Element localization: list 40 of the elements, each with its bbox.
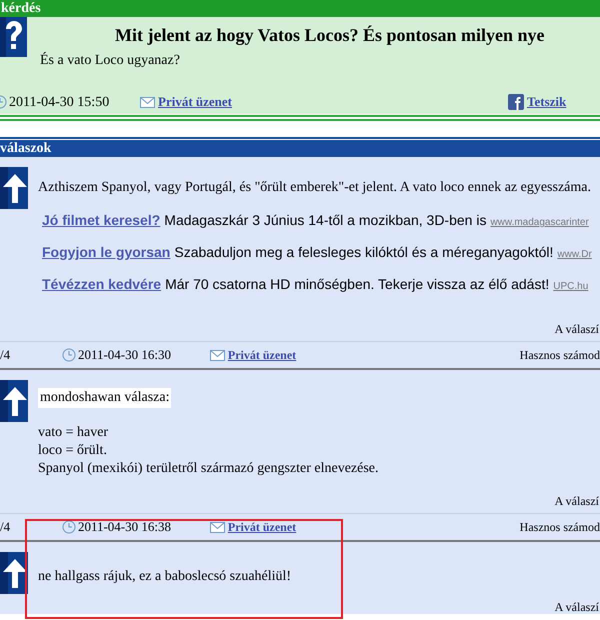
ad-text: Már 70 csatorna HD minőségben. Tekerje vissza az élő adást! bbox=[165, 275, 550, 294]
clock-icon bbox=[62, 520, 76, 534]
envelope-icon bbox=[210, 522, 225, 532]
question-title: Mit jelent az hogy Vatos Locos? És pontosan milyen nye bbox=[115, 24, 545, 47]
envelope-icon bbox=[140, 96, 155, 108]
usefulness-label: Hasznos számod bbox=[520, 347, 600, 364]
answer-number: /4 bbox=[0, 518, 12, 536]
answerer-info-label: A válaszí bbox=[554, 322, 599, 336]
ad-link[interactable]: Fogyjon le gyorsan bbox=[42, 241, 170, 263]
answer-text: ne hallgass rájuk, ez a baboslecsó szuahéliül! bbox=[38, 568, 292, 586]
facebook-icon bbox=[508, 94, 524, 110]
ad-text: Szabaduljon meg a felesleges kilóktól és a méreganyagoktól! bbox=[174, 243, 554, 262]
clock-icon bbox=[62, 348, 76, 362]
ad-link[interactable]: Jó filmet keresel? bbox=[42, 209, 160, 231]
section-header: válaszok bbox=[0, 140, 600, 157]
answer-number: /4 bbox=[0, 346, 12, 364]
question-body: És a vato Loco ugyanaz? bbox=[40, 52, 180, 70]
private-message-link[interactable]: Privát üzenet bbox=[158, 92, 232, 112]
ad-url-link[interactable]: www.madagascarinter bbox=[490, 212, 589, 234]
answer-text: vato = haver bbox=[38, 424, 108, 442]
answer-text: Azthiszem Spanyol, vagy Portugál, és "őrült emberek"-et jelent. A vato loco ennek az egyesszáma. bbox=[38, 179, 591, 197]
answer-text: Spanyol (mexikói) területről származó gengszter elnevezése. bbox=[38, 460, 379, 478]
ad-link[interactable]: Tévézzen kedvére bbox=[42, 273, 162, 295]
envelope-icon bbox=[210, 350, 225, 360]
ad-url-link[interactable]: UPC.hu bbox=[553, 276, 588, 298]
answer-text: loco = őrült. bbox=[38, 442, 107, 460]
author-label: mondoshawan válasza: bbox=[38, 388, 172, 408]
section-header: kérdés bbox=[0, 0, 600, 17]
ad-text: Madagaszkár 3 Június 14-től a mozikban, 3D-ben is bbox=[164, 211, 486, 230]
answerer-info-label: A válaszí bbox=[554, 600, 599, 614]
post-date: 2011-04-30 16:30 bbox=[78, 346, 171, 364]
private-message-link[interactable]: Privát üzenet bbox=[228, 518, 296, 536]
usefulness-label: Hasznos számod bbox=[520, 519, 600, 536]
like-link[interactable]: Tetszik bbox=[527, 92, 566, 112]
question-mark-icon bbox=[0, 17, 27, 57]
post-date: 2011-04-30 16:38 bbox=[78, 518, 171, 536]
answerer-info-label: A válaszí bbox=[554, 494, 599, 508]
ad-url-link[interactable]: www.Dr bbox=[557, 244, 592, 266]
post-date: 2011-04-30 15:50 bbox=[9, 94, 110, 112]
private-message-link[interactable]: Privát üzenet bbox=[228, 346, 296, 364]
